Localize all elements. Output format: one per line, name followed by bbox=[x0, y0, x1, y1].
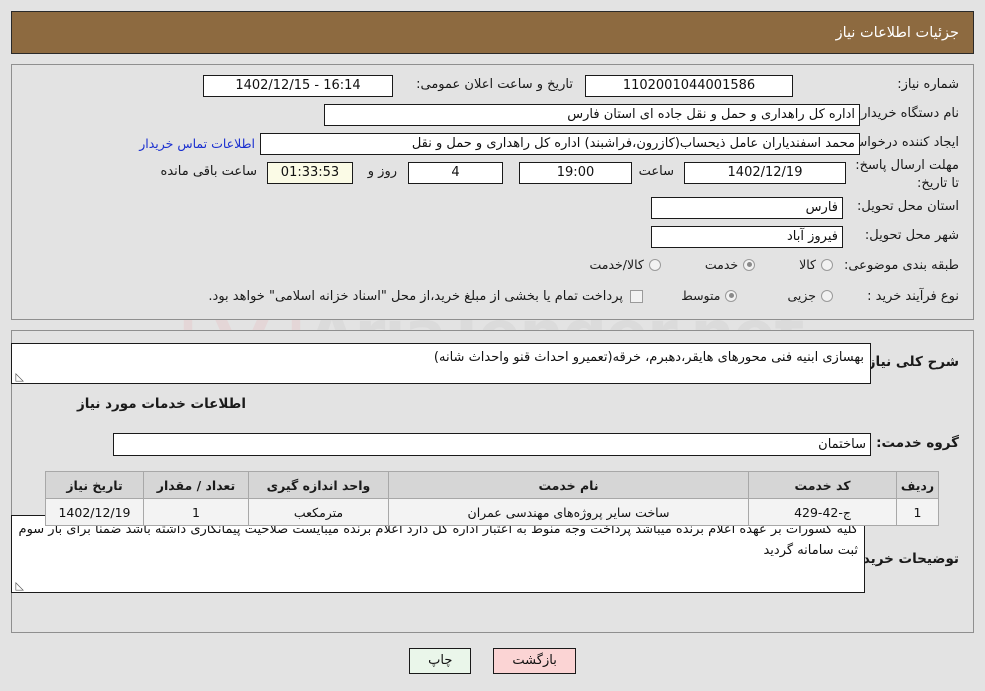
category-option-khedmat[interactable]: خدمت bbox=[704, 257, 756, 272]
cell-quantity: 1 bbox=[143, 498, 249, 526]
th-row: ردیف bbox=[896, 471, 939, 499]
resize-grip-icon[interactable]: ◺ bbox=[14, 371, 24, 382]
province-label: استان محل تحویل: bbox=[857, 199, 959, 214]
category-label: طبقه بندی موضوعی: bbox=[843, 258, 959, 273]
buyer-notes-value: کلیه کسورات بر عهده اعلام برنده میباشد پ… bbox=[18, 522, 858, 558]
buyer-org-label-wrap: نام دستگاه خریدار: bbox=[857, 106, 959, 121]
category-option-kala-khedmat-label: کالا/خدمت bbox=[589, 257, 644, 272]
deadline-time-value: 19:00 bbox=[519, 162, 632, 184]
category-option-kala-khedmat[interactable]: کالا/خدمت bbox=[589, 257, 661, 272]
category-option-kala[interactable]: کالا bbox=[799, 257, 833, 272]
cell-need-date: 1402/12/19 bbox=[45, 498, 144, 526]
category-label-wrap: طبقه بندی موضوعی: bbox=[844, 258, 959, 273]
page-title: جزئیات اطلاعات نیاز bbox=[835, 24, 959, 41]
service-group-value: ساختمان bbox=[113, 433, 871, 456]
page-header: جزئیات اطلاعات نیاز bbox=[11, 11, 974, 54]
services-table-wrap: ردیف کد خدمت نام خدمت واحد اندازه گیری ت… bbox=[45, 471, 939, 526]
buyer-contact-link[interactable]: اطلاعات تماس خریدار bbox=[139, 136, 255, 151]
cell-code: ج-42-429 bbox=[748, 498, 897, 526]
cell-unit: مترمکعب bbox=[248, 498, 389, 526]
action-buttons: بازگشت چاپ bbox=[0, 648, 985, 674]
general-desc-value: بهسازی ابنیه فنی محورهای هایقر،دهبرم، خر… bbox=[433, 350, 864, 365]
service-group-label: گروه خدمت: bbox=[876, 435, 959, 451]
process-option-jozii[interactable]: جزیی bbox=[787, 288, 833, 303]
remaining-days-value: 4 bbox=[408, 162, 503, 184]
general-desc-textarea[interactable]: بهسازی ابنیه فنی محورهای هایقر،دهبرم، خر… bbox=[11, 343, 871, 384]
radio-motevaset-icon[interactable] bbox=[725, 289, 738, 302]
table-header-row: ردیف کد خدمت نام خدمت واحد اندازه گیری ت… bbox=[45, 471, 939, 499]
table-row: 1 ج-42-429 ساخت سایر پروژه‌های مهندسی عم… bbox=[45, 498, 939, 526]
back-button[interactable]: بازگشت bbox=[493, 648, 576, 674]
deadline-date-value: 1402/12/19 bbox=[684, 162, 846, 184]
radio-jozii-icon[interactable] bbox=[821, 289, 833, 302]
service-group-label-wrap: گروه خدمت: bbox=[876, 435, 959, 451]
buyer-notes-textarea[interactable]: کلیه کسورات بر عهده اعلام برنده میباشد پ… bbox=[11, 515, 865, 593]
buyer-org-label: نام دستگاه خریدار: bbox=[856, 106, 959, 121]
treasury-note-wrap: پرداخت تمام یا بخشی از مبلغ خرید،از محل … bbox=[208, 289, 643, 304]
process-option-motevaset-label: متوسط bbox=[681, 288, 721, 303]
deadline-time-label: ساعت bbox=[638, 164, 674, 179]
city-label: شهر محل تحویل: bbox=[864, 228, 959, 243]
announce-datetime-label: تاریخ و ساعت اعلان عمومی: bbox=[416, 77, 573, 92]
need-number-label: شماره نیاز: bbox=[897, 77, 959, 92]
services-section-title: اطلاعات خدمات مورد نیاز bbox=[76, 396, 246, 412]
need-summary-panel: شماره نیاز: 1102001044001586 تاریخ و ساع… bbox=[11, 64, 974, 320]
process-label: نوع فرآیند خرید : bbox=[867, 289, 959, 304]
countdown-suffix-label: ساعت باقی مانده bbox=[160, 164, 257, 179]
th-name: نام خدمت bbox=[388, 471, 749, 499]
radio-kala-icon[interactable] bbox=[821, 258, 833, 271]
cell-row: 1 bbox=[896, 498, 939, 526]
process-option-motevaset[interactable]: متوسط bbox=[681, 288, 738, 303]
radio-khedmat-icon[interactable] bbox=[743, 258, 756, 271]
general-desc-label: شرح کلی نیاز: bbox=[862, 354, 959, 370]
th-quantity: تعداد / مقدار bbox=[143, 471, 249, 499]
process-label-wrap: نوع فرآیند خرید : bbox=[867, 289, 959, 304]
process-radio-group: جزیی متوسط bbox=[681, 288, 833, 303]
need-number-label-wrap: شماره نیاز: bbox=[897, 77, 959, 92]
services-table: ردیف کد خدمت نام خدمت واحد اندازه گیری ت… bbox=[45, 471, 939, 526]
province-label-wrap: استان محل تحویل: bbox=[857, 199, 959, 214]
announce-datetime-label-wrap: تاریخ و ساعت اعلان عمومی: bbox=[416, 77, 573, 92]
treasury-checkbox[interactable] bbox=[630, 290, 643, 303]
days-and-label: روز و bbox=[367, 164, 397, 179]
category-radio-group: کالا خدمت کالا/خدمت bbox=[589, 257, 833, 272]
general-desc-label-wrap: شرح کلی نیاز: bbox=[862, 354, 959, 370]
category-option-kala-label: کالا bbox=[799, 257, 816, 272]
th-need-date: تاریخ نیاز bbox=[45, 471, 144, 499]
province-value: فارس bbox=[651, 197, 843, 219]
process-option-jozii-label: جزیی bbox=[787, 288, 816, 303]
deadline-label-wrap: مهلت ارسال پاسخ: تا تاریخ: bbox=[849, 157, 959, 192]
category-option-khedmat-label: خدمت bbox=[704, 257, 739, 272]
th-code: کد خدمت bbox=[748, 471, 897, 499]
city-value: فیروز آباد bbox=[651, 226, 843, 248]
deadline-label: مهلت ارسال پاسخ: تا تاریخ: bbox=[855, 158, 959, 191]
requester-value: محمد اسفندیاران عامل ذیحساب(کازرون،فراشب… bbox=[260, 133, 860, 155]
treasury-note-label: پرداخت تمام یا بخشی از مبلغ خرید،از محل … bbox=[208, 289, 623, 304]
buyer-notes-resize-grip-icon[interactable]: ◺ bbox=[14, 580, 24, 591]
print-button[interactable]: چاپ bbox=[409, 648, 472, 674]
radio-kala-khedmat-icon[interactable] bbox=[648, 258, 661, 271]
buyer-org-value: اداره کل راهداری و حمل و نقل جاده ای است… bbox=[324, 104, 860, 126]
city-label-wrap: شهر محل تحویل: bbox=[865, 228, 959, 243]
need-number-value: 1102001044001586 bbox=[585, 75, 793, 97]
th-unit: واحد اندازه گیری bbox=[248, 471, 389, 499]
countdown-timer: 01:33:53 bbox=[267, 162, 353, 184]
cell-name: ساخت سایر پروژه‌های مهندسی عمران bbox=[388, 498, 749, 526]
announce-datetime-value: 16:14 - 1402/12/15 bbox=[203, 75, 393, 97]
